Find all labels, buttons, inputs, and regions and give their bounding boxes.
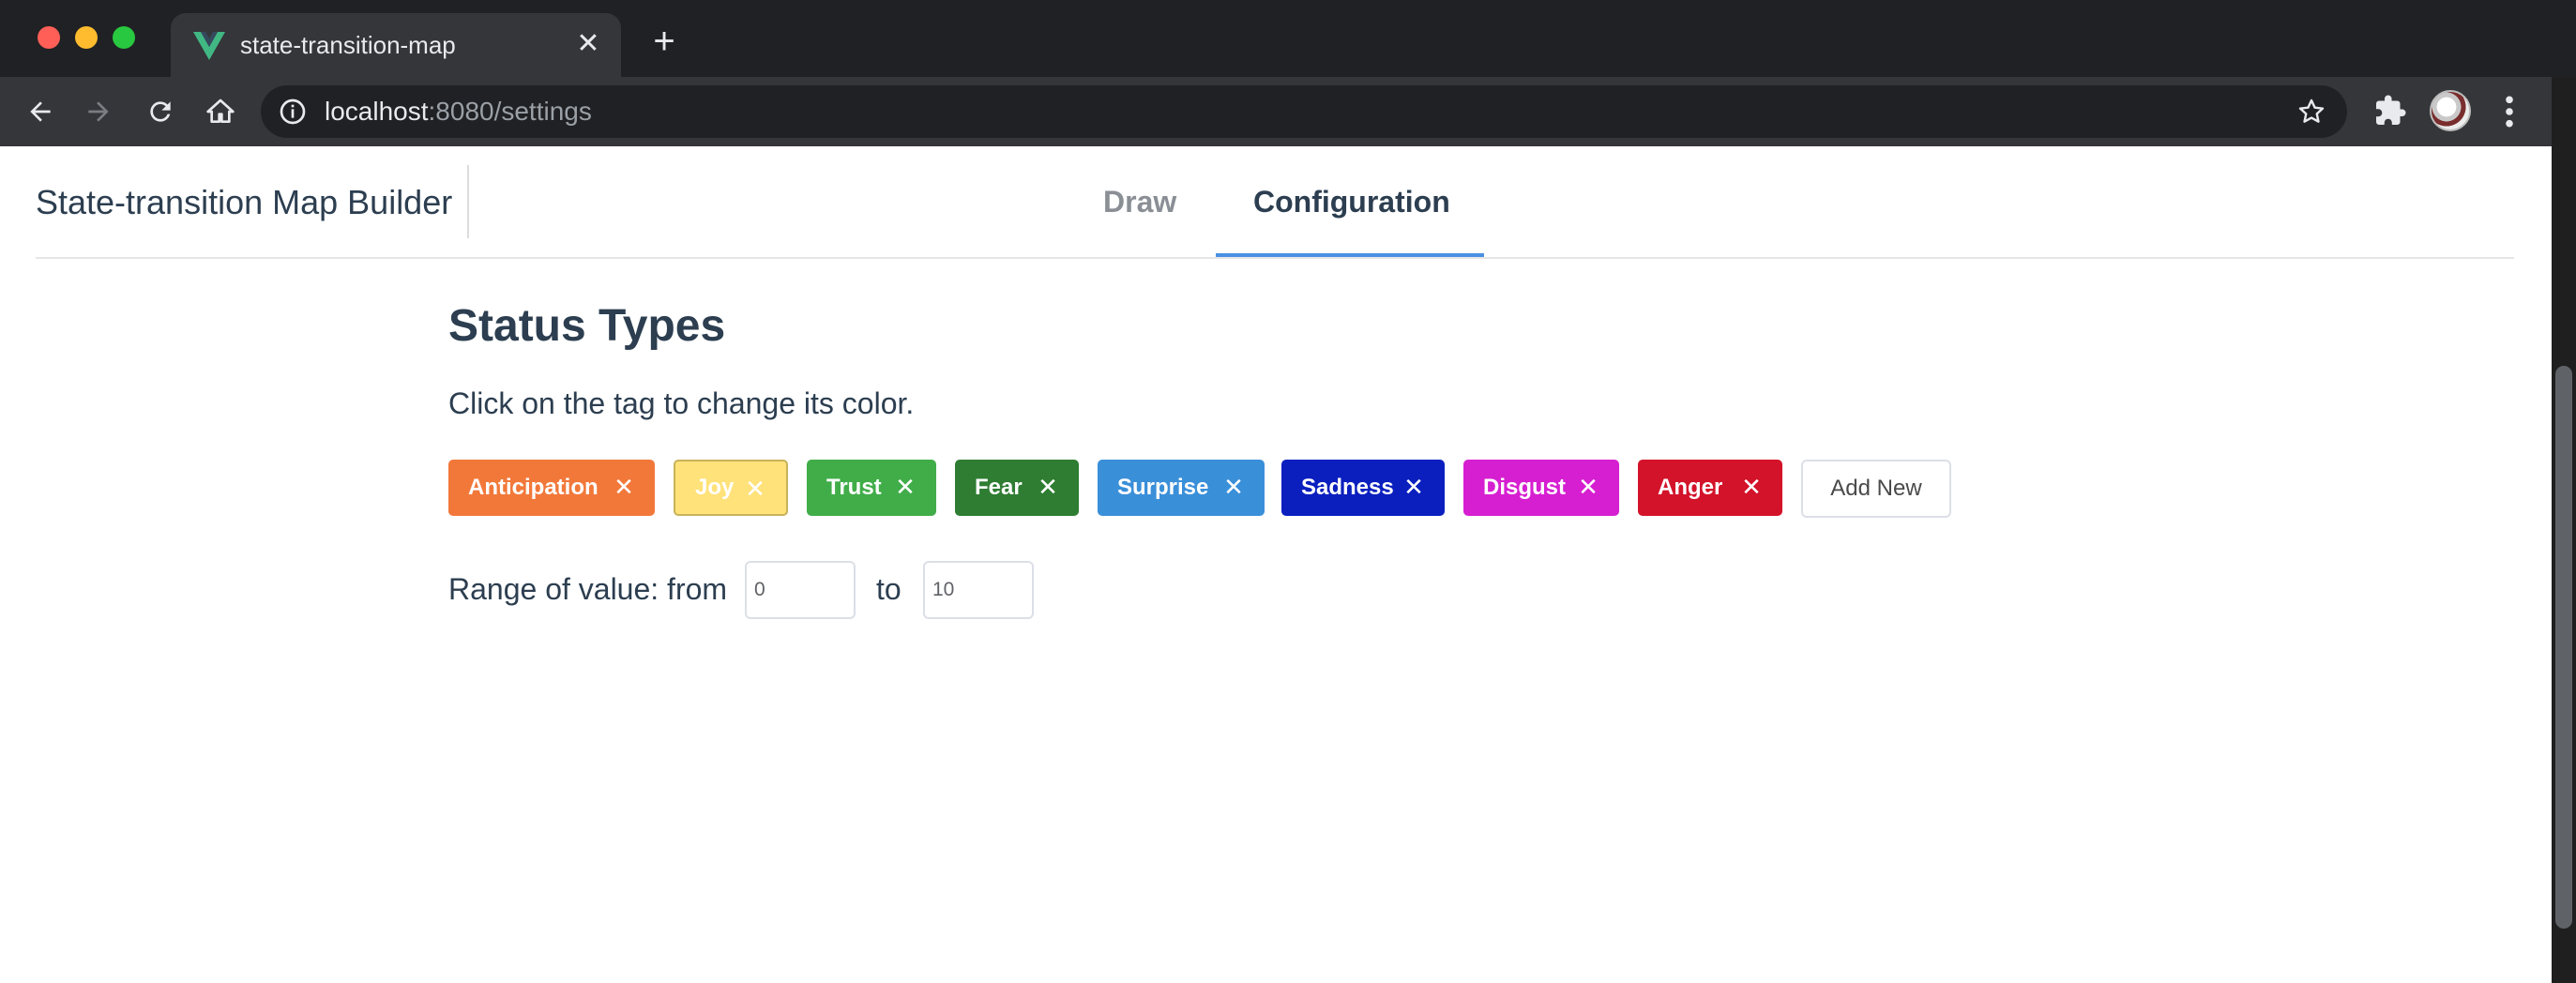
range-from-label: Range of value: from xyxy=(448,572,728,606)
info-icon[interactable] xyxy=(278,97,308,127)
url-path: :8080/settings xyxy=(428,97,592,126)
remove-tag-icon[interactable]: ✕ xyxy=(1034,473,1062,501)
header-divider xyxy=(467,165,469,238)
kebab-menu-icon[interactable] xyxy=(2495,94,2523,129)
status-tag[interactable]: Joy ✕ xyxy=(674,460,788,516)
remove-tag-icon[interactable]: ✕ xyxy=(891,473,919,501)
address-bar[interactable]: localhost:8080/settings xyxy=(261,85,2347,138)
app-brand[interactable]: State-transition Map Builder xyxy=(36,182,452,223)
tag-label: Sadness xyxy=(1301,475,1394,500)
browser-tab[interactable]: state-transition-map ✕ xyxy=(171,13,621,77)
range-to-input[interactable] xyxy=(923,561,1034,619)
status-tag[interactable]: Anticipation ✕ xyxy=(448,460,655,516)
remove-tag-icon[interactable]: ✕ xyxy=(1574,473,1602,501)
status-tag[interactable]: Disgust ✕ xyxy=(1463,460,1619,516)
url-host: localhost xyxy=(325,97,429,126)
section-hint: Click on the tag to change its color. xyxy=(448,386,915,420)
tab-title: state-transition-map xyxy=(240,31,456,59)
arrow-right-icon xyxy=(88,101,109,122)
vue-logo-icon xyxy=(193,32,225,60)
remove-tag-icon[interactable]: ✕ xyxy=(610,473,638,501)
remove-tag-icon[interactable]: ✕ xyxy=(1400,473,1428,501)
header-rule xyxy=(36,257,2514,259)
close-window-button[interactable] xyxy=(38,26,60,49)
close-tab-icon[interactable]: ✕ xyxy=(572,28,604,60)
tag-label: Fear xyxy=(975,475,1023,500)
status-tag[interactable]: Sadness ✕ xyxy=(1281,460,1445,516)
extensions-puzzle-icon[interactable] xyxy=(2373,94,2407,128)
url-text[interactable]: localhost:8080/settings xyxy=(325,96,592,128)
reload-button[interactable] xyxy=(141,92,180,131)
new-tab-button[interactable]: + xyxy=(645,23,683,60)
bookmark-star-icon[interactable] xyxy=(2296,97,2326,127)
browser-titlebar: state-transition-map ✕ + xyxy=(0,0,2576,77)
home-button[interactable] xyxy=(201,92,240,131)
remove-tag-icon[interactable]: ✕ xyxy=(1220,473,1248,501)
tag-label: Anger xyxy=(1658,475,1723,500)
status-tag[interactable]: Surprise ✕ xyxy=(1098,460,1265,516)
remove-tag-icon[interactable]: ✕ xyxy=(741,475,769,503)
scrollbar-thumb[interactable] xyxy=(2555,366,2572,929)
browser-toolbar: localhost:8080/settings xyxy=(0,77,2552,146)
minimize-window-button[interactable] xyxy=(75,26,98,49)
add-new-tag-button[interactable]: Add New xyxy=(1801,460,1951,518)
tag-label: Disgust xyxy=(1483,475,1567,500)
profile-avatar[interactable] xyxy=(2430,90,2471,131)
tab-draw[interactable]: Draw xyxy=(1103,182,1176,221)
status-tag[interactable]: Anger ✕ xyxy=(1638,460,1782,516)
section-title: Status Types xyxy=(448,301,726,351)
status-tag[interactable]: Trust ✕ xyxy=(807,460,936,516)
arrow-left-icon xyxy=(30,101,51,122)
forward-button[interactable] xyxy=(79,92,118,131)
range-from-input[interactable] xyxy=(745,561,856,619)
status-tag[interactable]: Fear ✕ xyxy=(955,460,1079,516)
back-button[interactable] xyxy=(21,92,60,131)
maximize-window-button[interactable] xyxy=(113,26,135,49)
home-icon xyxy=(206,98,235,123)
tag-label: Trust xyxy=(826,475,882,500)
tag-label: Joy xyxy=(695,475,735,500)
tag-label: Surprise xyxy=(1117,475,1209,500)
reload-icon xyxy=(150,101,171,122)
range-to-label: to xyxy=(876,572,902,606)
page-content: State-transition Map Builder Draw Config… xyxy=(0,146,2552,983)
tab-configuration[interactable]: Configuration xyxy=(1253,182,1450,221)
tag-label: Anticipation xyxy=(468,475,599,500)
remove-tag-icon[interactable]: ✕ xyxy=(1737,473,1765,501)
